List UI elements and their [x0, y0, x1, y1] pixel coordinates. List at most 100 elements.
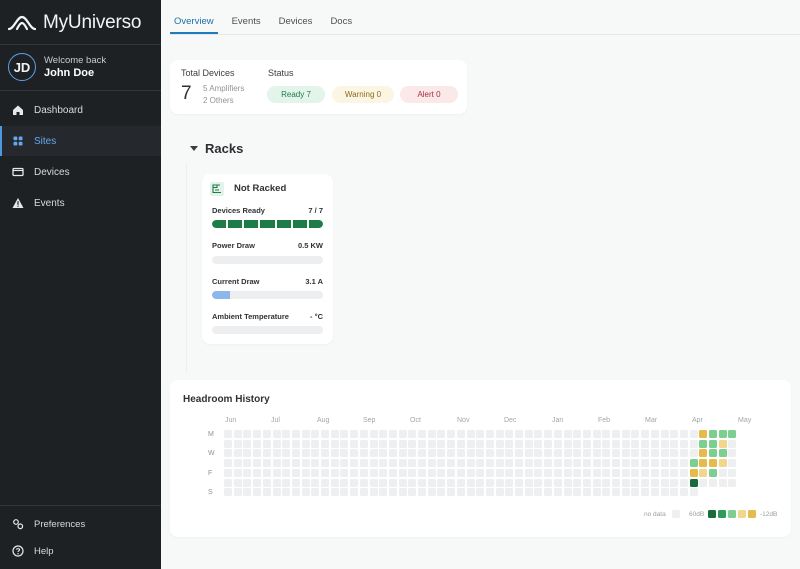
heatmap-cell[interactable] [544, 449, 553, 458]
heatmap-cell[interactable] [524, 449, 533, 458]
heatmap-cell[interactable] [224, 468, 232, 477]
heatmap-cell[interactable] [573, 478, 582, 487]
heatmap-cell[interactable] [369, 439, 378, 448]
heatmap-cell[interactable] [660, 488, 669, 497]
heatmap-cell[interactable] [408, 459, 417, 468]
heatmap-cell[interactable] [602, 430, 611, 438]
heatmap-cell[interactable] [612, 439, 620, 448]
heatmap-cell[interactable] [718, 468, 727, 477]
heatmap-cell[interactable] [641, 488, 650, 497]
heatmap-cell[interactable] [660, 478, 669, 487]
heatmap-cell[interactable] [563, 439, 572, 448]
heatmap-cell[interactable] [602, 488, 611, 497]
sidebar-item-dashboard[interactable]: Dashboard [0, 95, 161, 125]
heatmap-cell[interactable] [311, 439, 320, 448]
tab-events[interactable]: Events [228, 9, 265, 34]
heatmap-cell[interactable] [311, 459, 320, 468]
heatmap-cell[interactable] [602, 439, 611, 448]
heatmap-cell[interactable] [631, 439, 640, 448]
heatmap-cell[interactable] [388, 430, 397, 438]
heatmap-cell[interactable] [573, 459, 582, 468]
heatmap-cell[interactable] [709, 449, 717, 458]
heatmap-cell[interactable] [262, 430, 271, 438]
tab-overview[interactable]: Overview [170, 9, 218, 34]
heatmap-cell[interactable] [437, 488, 446, 497]
heatmap-cell[interactable] [515, 459, 523, 468]
heatmap-cell[interactable] [359, 459, 368, 468]
heatmap-cell[interactable] [291, 439, 300, 448]
sidebar-item-devices[interactable]: Devices [0, 157, 161, 187]
heatmap-cell[interactable] [505, 478, 514, 487]
heatmap-cell[interactable] [340, 488, 349, 497]
heatmap-cell[interactable] [408, 439, 417, 448]
heatmap-cell[interactable] [650, 488, 659, 497]
heatmap-cell[interactable] [515, 449, 523, 458]
heatmap-cell[interactable] [641, 439, 650, 448]
heatmap-cell[interactable] [437, 430, 446, 438]
heatmap-cell[interactable] [679, 439, 688, 448]
heatmap-cell[interactable] [670, 430, 679, 438]
heatmap-cell[interactable] [699, 468, 708, 477]
heatmap-cell[interactable] [437, 468, 446, 477]
heatmap-cell[interactable] [495, 478, 504, 487]
heatmap-cell[interactable] [728, 430, 737, 438]
heatmap-cell[interactable] [573, 439, 582, 448]
heatmap-cell[interactable] [641, 478, 650, 487]
heatmap-cell[interactable] [621, 459, 630, 468]
heatmap-cell[interactable] [282, 430, 291, 438]
heatmap-cell[interactable] [418, 478, 426, 487]
heatmap-cell[interactable] [476, 488, 485, 497]
heatmap-cell[interactable] [582, 488, 591, 497]
preferences-link[interactable]: Preferences [0, 512, 161, 536]
heatmap-cell[interactable] [243, 488, 252, 497]
heatmap-cell[interactable] [573, 430, 582, 438]
heatmap-cell[interactable] [418, 488, 426, 497]
heatmap-cell[interactable] [282, 439, 291, 448]
heatmap-cell[interactable] [660, 459, 669, 468]
heatmap-cell[interactable] [311, 430, 320, 438]
heatmap-cell[interactable] [718, 478, 727, 487]
heatmap-cell[interactable] [379, 468, 388, 477]
heatmap-cell[interactable] [262, 478, 271, 487]
heatmap-cell[interactable] [515, 478, 523, 487]
heatmap-cell[interactable] [563, 488, 572, 497]
heatmap-cell[interactable] [544, 468, 553, 477]
heatmap-cell[interactable] [243, 430, 252, 438]
heatmap-cell[interactable] [262, 439, 271, 448]
heatmap-cell[interactable] [641, 430, 650, 438]
heatmap-cell[interactable] [612, 459, 620, 468]
heatmap-cell[interactable] [553, 430, 562, 438]
heatmap-cell[interactable] [670, 478, 679, 487]
heatmap-cell[interactable] [398, 488, 407, 497]
heatmap-cell[interactable] [330, 439, 339, 448]
heatmap-cell[interactable] [340, 449, 349, 458]
heatmap-cell[interactable] [301, 459, 310, 468]
heatmap-cell[interactable] [709, 459, 717, 468]
heatmap-cell[interactable] [476, 439, 485, 448]
heatmap-cell[interactable] [301, 468, 310, 477]
heatmap-cell[interactable] [301, 478, 310, 487]
heatmap-cell[interactable] [631, 449, 640, 458]
heatmap-cell[interactable] [456, 439, 465, 448]
heatmap-cell[interactable] [699, 449, 708, 458]
heatmap-cell[interactable] [369, 468, 378, 477]
racks-toggle[interactable]: Racks [190, 141, 243, 156]
heatmap-cell[interactable] [534, 468, 543, 477]
heatmap-cell[interactable] [224, 488, 232, 497]
status-warning-badge[interactable]: Warning 0 [332, 86, 394, 103]
heatmap-cell[interactable] [718, 430, 727, 438]
heatmap-cell[interactable] [612, 430, 620, 438]
heatmap-cell[interactable] [553, 468, 562, 477]
heatmap-cell[interactable] [582, 468, 591, 477]
heatmap-cell[interactable] [447, 430, 456, 438]
heatmap-cell[interactable] [418, 459, 426, 468]
heatmap-cell[interactable] [679, 488, 688, 497]
heatmap-cell[interactable] [359, 488, 368, 497]
heatmap-cell[interactable] [447, 439, 456, 448]
heatmap-cell[interactable] [408, 478, 417, 487]
heatmap-cell[interactable] [505, 439, 514, 448]
heatmap-cell[interactable] [233, 449, 242, 458]
heatmap-cell[interactable] [427, 478, 436, 487]
heatmap-cell[interactable] [650, 478, 659, 487]
heatmap-cell[interactable] [427, 449, 436, 458]
